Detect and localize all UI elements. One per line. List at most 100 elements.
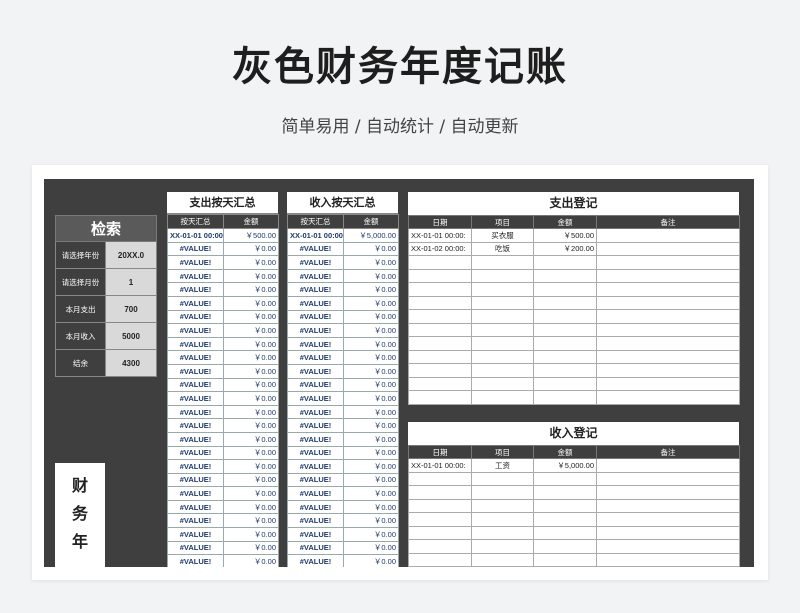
item-cell[interactable] [471,363,534,378]
amount-cell[interactable]: ￥0.00 [223,404,279,420]
amount-cell[interactable]: ￥0.00 [223,513,279,529]
date-cell[interactable]: XX-01-01 00:00: [408,228,472,243]
date-cell[interactable]: #VALUE! [167,527,224,542]
note-cell[interactable] [596,309,740,324]
date-cell[interactable]: #VALUE! [287,282,344,297]
date-cell[interactable] [408,309,472,324]
amount-cell[interactable] [533,552,597,567]
date-cell[interactable]: #VALUE! [167,554,224,567]
item-cell[interactable] [471,282,534,297]
date-cell[interactable]: #VALUE! [167,323,224,338]
amount-cell[interactable] [533,525,597,540]
amount-cell[interactable]: ￥0.00 [223,499,279,515]
date-cell[interactable]: XX-01-01 00:00: [408,458,472,473]
amount-cell[interactable]: ￥0.00 [343,431,399,447]
note-cell[interactable] [596,512,740,527]
amount-cell[interactable]: ￥0.00 [343,282,399,297]
date-cell[interactable]: #VALUE! [287,350,344,365]
note-cell[interactable] [596,228,740,243]
note-cell[interactable] [596,255,740,270]
note-cell[interactable] [596,241,740,256]
amount-cell[interactable]: ￥0.00 [343,377,399,393]
date-cell[interactable]: #VALUE! [167,255,224,270]
date-cell[interactable]: #VALUE! [167,404,224,420]
search-row-value[interactable]: 1 [106,269,157,295]
note-cell[interactable] [596,552,740,567]
amount-cell[interactable]: ￥0.00 [343,418,399,433]
item-cell[interactable] [471,336,534,351]
date-cell[interactable] [408,471,472,486]
date-cell[interactable] [408,322,472,337]
amount-cell[interactable]: ￥5,000.00 [343,228,399,243]
date-cell[interactable]: #VALUE! [287,486,344,501]
date-cell[interactable]: #VALUE! [287,554,344,567]
amount-cell[interactable] [533,282,597,297]
date-cell[interactable]: #VALUE! [167,336,224,352]
search-row-value[interactable]: 20XX.0 [106,242,157,268]
date-cell[interactable]: #VALUE! [287,336,344,352]
date-cell[interactable]: #VALUE! [287,268,344,284]
amount-cell[interactable]: ￥0.00 [223,431,279,447]
note-cell[interactable] [596,525,740,540]
date-cell[interactable]: #VALUE! [287,527,344,542]
amount-cell[interactable]: ￥0.00 [223,255,279,270]
amount-cell[interactable]: ￥0.00 [223,527,279,542]
amount-cell[interactable]: ￥0.00 [223,418,279,433]
amount-cell[interactable]: ￥0.00 [343,513,399,529]
amount-cell[interactable]: ￥0.00 [343,486,399,501]
amount-cell[interactable]: ￥0.00 [223,282,279,297]
item-cell[interactable] [471,512,534,527]
search-row-value[interactable]: 4300 [106,350,157,376]
date-cell[interactable]: #VALUE! [167,431,224,447]
date-cell[interactable]: #VALUE! [287,377,344,393]
date-cell[interactable]: #VALUE! [287,445,344,461]
amount-cell[interactable] [533,336,597,351]
date-cell[interactable] [408,498,472,513]
date-cell[interactable] [408,485,472,500]
amount-cell[interactable] [533,255,597,270]
amount-cell[interactable]: ￥0.00 [223,350,279,365]
date-cell[interactable]: #VALUE! [287,513,344,529]
item-cell[interactable] [471,498,534,513]
amount-cell[interactable] [533,309,597,324]
note-cell[interactable] [596,471,740,486]
item-cell[interactable] [471,566,534,567]
amount-cell[interactable] [533,390,597,405]
date-cell[interactable]: #VALUE! [167,540,224,556]
note-cell[interactable] [596,485,740,500]
date-cell[interactable]: #VALUE! [167,377,224,393]
date-cell[interactable]: #VALUE! [167,295,224,311]
amount-cell[interactable]: ￥0.00 [343,527,399,542]
date-cell[interactable]: #VALUE! [287,459,344,474]
date-cell[interactable]: #VALUE! [287,309,344,325]
amount-cell[interactable]: ￥0.00 [343,404,399,420]
date-cell[interactable]: #VALUE! [287,431,344,447]
amount-cell[interactable]: ￥0.00 [223,472,279,488]
amount-cell[interactable] [533,471,597,486]
item-cell[interactable] [471,255,534,270]
item-cell[interactable] [471,268,534,283]
date-cell[interactable] [408,376,472,391]
amount-cell[interactable] [533,295,597,310]
date-cell[interactable] [408,268,472,283]
date-cell[interactable]: #VALUE! [287,363,344,379]
date-cell[interactable]: #VALUE! [287,540,344,556]
amount-cell[interactable] [533,485,597,500]
amount-cell[interactable]: ￥0.00 [343,323,399,338]
note-cell[interactable] [596,390,740,405]
amount-cell[interactable]: ￥0.00 [343,445,399,461]
amount-cell[interactable]: ￥0.00 [223,540,279,556]
note-cell[interactable] [596,282,740,297]
amount-cell[interactable]: ￥500.00 [223,228,279,243]
amount-cell[interactable]: ￥0.00 [343,459,399,474]
date-cell[interactable]: XX-01-01 00:00 [287,228,344,243]
item-cell[interactable] [471,485,534,500]
date-cell[interactable]: #VALUE! [287,404,344,420]
amount-cell[interactable] [533,512,597,527]
note-cell[interactable] [596,336,740,351]
amount-cell[interactable] [533,363,597,378]
item-cell[interactable] [471,322,534,337]
amount-cell[interactable]: ￥0.00 [223,268,279,284]
amount-cell[interactable]: ￥0.00 [223,554,279,567]
date-cell[interactable]: #VALUE! [287,323,344,338]
